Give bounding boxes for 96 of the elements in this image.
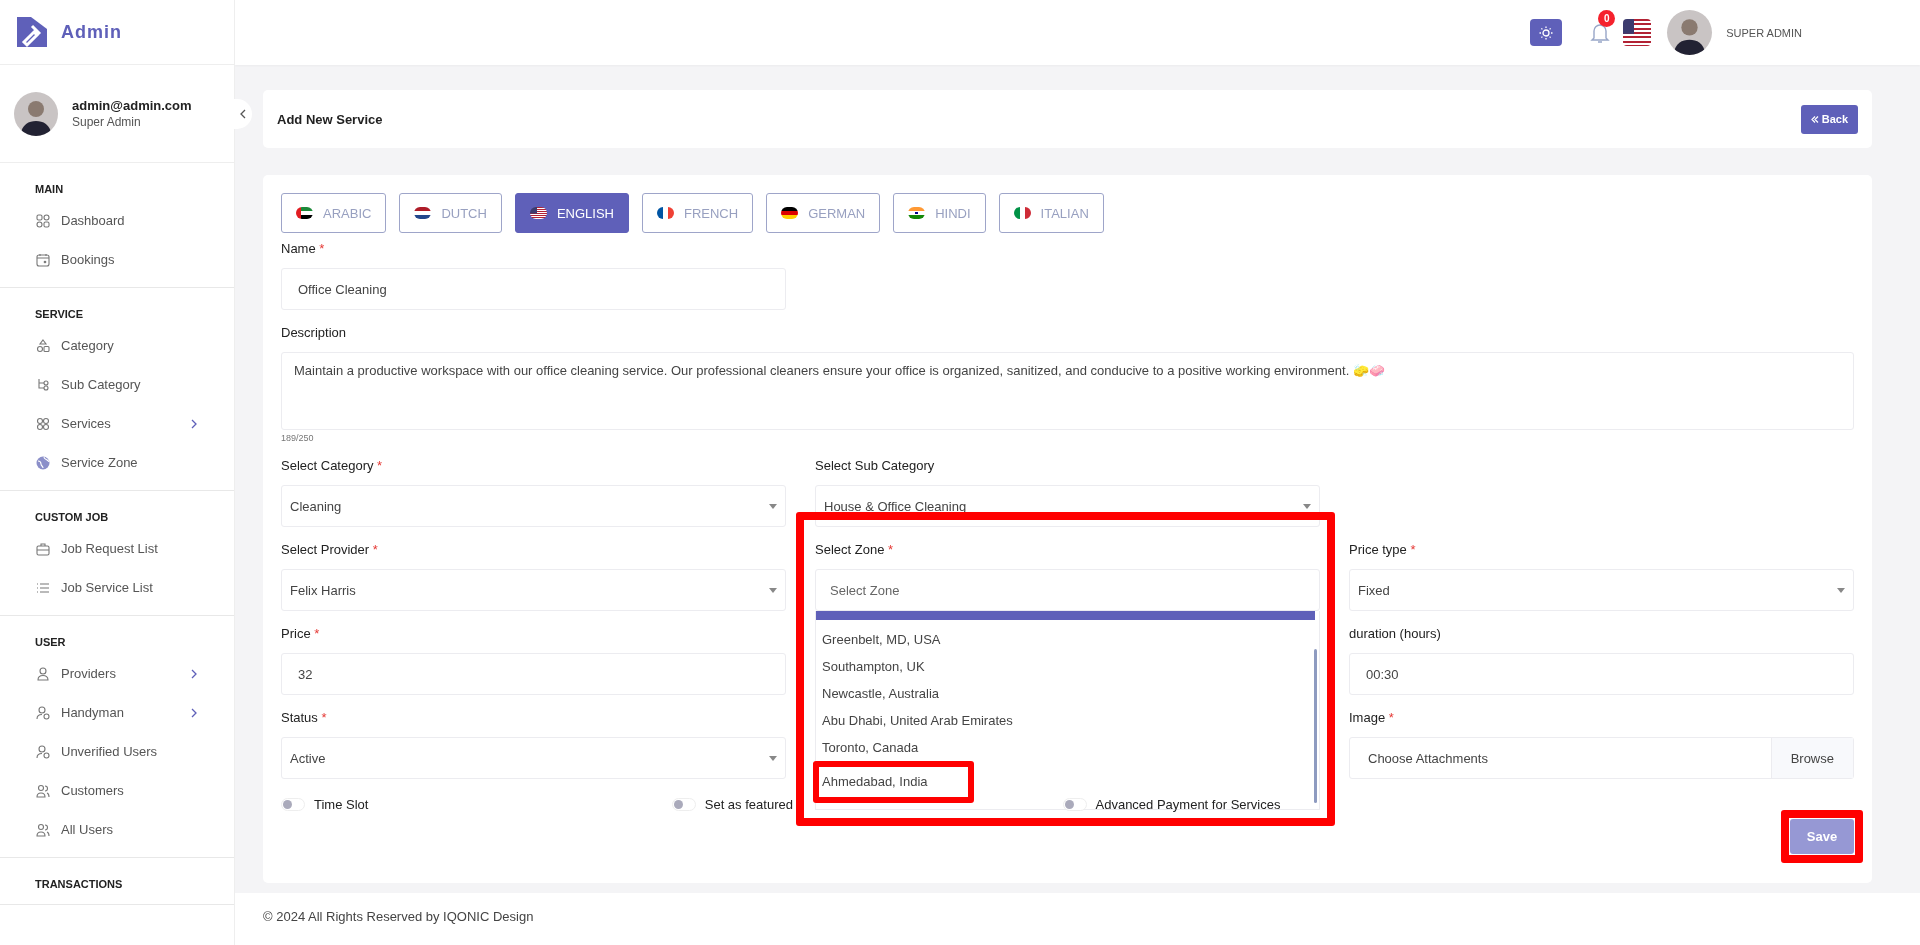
toggle-label: Set as featured bbox=[704, 797, 793, 812]
select-field[interactable]: Cleaning bbox=[281, 485, 786, 527]
profile-email: admin@admin.com bbox=[72, 98, 192, 113]
language-tab[interactable]: ENGLISH bbox=[514, 193, 629, 233]
file-field[interactable]: Choose Attachments Browse bbox=[1349, 737, 1854, 779]
dropdown-option[interactable]: Greenbelt, MD, USA bbox=[816, 626, 947, 653]
avatar[interactable] bbox=[1667, 10, 1713, 55]
caret-icon bbox=[769, 503, 777, 509]
sidebar-item[interactable]: Bookings bbox=[35, 240, 234, 279]
select-field[interactable]: Select Zone bbox=[815, 569, 1320, 611]
flag-icon bbox=[908, 207, 926, 219]
field-label: Select Provider * bbox=[281, 542, 379, 559]
field-label: Description bbox=[281, 325, 348, 342]
sidebar-item[interactable]: Handyman bbox=[35, 693, 234, 732]
field-label: Price * bbox=[281, 626, 321, 643]
flag-icon bbox=[529, 207, 547, 219]
dropdown-option[interactable]: Newcastle, Australia bbox=[816, 680, 946, 707]
logo-icon bbox=[15, 14, 49, 50]
field-label: Select Category * bbox=[281, 458, 384, 475]
toggle-label: Advanced Payment for Services bbox=[1095, 797, 1281, 812]
sidebar-item[interactable]: Services bbox=[35, 404, 234, 443]
section-title: MAIN bbox=[35, 182, 65, 197]
section-title: SERVICE bbox=[35, 307, 85, 322]
bell-icon[interactable] bbox=[1590, 21, 1611, 44]
dropdown-option[interactable]: Abu Dhabi, United Arab Emirates bbox=[816, 707, 1019, 734]
avatar bbox=[14, 91, 58, 136]
double-chevron-left-icon bbox=[1810, 115, 1819, 123]
sidebar-item[interactable]: Job Request List bbox=[35, 529, 234, 568]
user-gear-icon bbox=[35, 743, 51, 760]
copyright-text: © 2024 All Rights Reserved by IQONIC Design bbox=[263, 909, 534, 924]
caret-icon bbox=[1303, 503, 1311, 509]
toggle-switch[interactable] bbox=[281, 798, 305, 811]
field-label: Select Sub Category bbox=[815, 458, 936, 475]
users-icon bbox=[35, 821, 51, 838]
select-field[interactable]: Felix Harris bbox=[281, 569, 786, 611]
grid-icon bbox=[35, 415, 51, 432]
sidebar-item[interactable]: Category bbox=[35, 326, 234, 365]
notification-count: 0 bbox=[1598, 9, 1616, 27]
text-field[interactable]: 00:30 bbox=[1349, 653, 1854, 695]
browse-button[interactable]: Browse bbox=[1770, 738, 1853, 778]
flag-icon bbox=[296, 207, 313, 219]
field-label: Status * bbox=[281, 710, 328, 727]
briefcase-icon bbox=[35, 540, 51, 557]
user-gear-icon bbox=[35, 704, 51, 721]
chevron-left-icon bbox=[240, 109, 246, 119]
section-title: USER bbox=[35, 635, 67, 650]
dropdown-option[interactable]: Toronto, Canada bbox=[816, 734, 925, 761]
select-field[interactable]: Active bbox=[281, 737, 786, 779]
calendar-icon bbox=[35, 251, 51, 268]
globe-icon bbox=[35, 454, 51, 471]
sidebar-item[interactable]: All Users bbox=[35, 810, 234, 849]
scrollbar[interactable] bbox=[1314, 649, 1317, 803]
sidebar-item[interactable]: Dashboard bbox=[35, 201, 234, 240]
flag-icon bbox=[781, 207, 799, 219]
character-counter: 189/250 bbox=[281, 433, 315, 443]
caret-icon bbox=[769, 587, 777, 593]
toggle-switch[interactable] bbox=[671, 798, 696, 811]
shapes-icon bbox=[35, 337, 51, 354]
field-label: Name * bbox=[281, 241, 326, 258]
sidebar-item[interactable]: Service Zone bbox=[35, 443, 234, 482]
flag-icon bbox=[414, 207, 432, 219]
flag-icon bbox=[1013, 207, 1031, 219]
caret-icon bbox=[1837, 587, 1845, 593]
page-title: Add New Service bbox=[277, 111, 383, 127]
sidebar-item[interactable]: Customers bbox=[35, 771, 234, 810]
text-field[interactable]: Office Cleaning bbox=[281, 268, 786, 310]
toggle-switch[interactable] bbox=[1062, 798, 1087, 811]
grid-icon bbox=[35, 212, 51, 229]
sidebar-collapse-button[interactable] bbox=[234, 99, 252, 129]
dropdown-option[interactable]: Southampton, UK bbox=[816, 653, 931, 680]
us-flag-icon[interactable] bbox=[1623, 19, 1652, 46]
sidebar-item[interactable]: Providers bbox=[35, 654, 234, 693]
users-icon bbox=[35, 782, 51, 799]
user-name: SUPER ADMIN bbox=[1726, 26, 1802, 39]
section-title: TRANSACTIONS bbox=[35, 877, 124, 892]
sidebar-item[interactable]: Job Service List bbox=[35, 568, 234, 607]
sun-icon bbox=[1539, 25, 1554, 40]
field-label: Select Zone * bbox=[815, 542, 895, 559]
field-label: duration (hours) bbox=[1349, 626, 1442, 643]
theme-toggle-button[interactable] bbox=[1530, 19, 1563, 46]
text-field[interactable]: 32 bbox=[281, 653, 786, 695]
caret-icon bbox=[769, 755, 777, 761]
sidebar-item[interactable]: Sub Category bbox=[35, 365, 234, 404]
sidebar-item[interactable]: Unverified Users bbox=[35, 732, 234, 771]
user-icon bbox=[35, 665, 51, 682]
toggle-label: Time Slot bbox=[314, 797, 369, 812]
dropdown-option[interactable]: Ahmedabad, India bbox=[813, 761, 974, 803]
profile-role: Super Admin bbox=[72, 115, 142, 129]
description-field[interactable]: Maintain a productive workspace with our office cleaning service. Our professional cleaners ensure your office is organized, sanitized, and conducive to a positive working environment. 🧽🧼 bbox=[281, 352, 1854, 430]
select-field[interactable]: Fixed bbox=[1349, 569, 1854, 611]
field-label: Image * bbox=[1349, 710, 1395, 727]
brand-name: Admin bbox=[61, 21, 122, 43]
field-label: Price type * bbox=[1349, 542, 1417, 559]
flag-icon bbox=[657, 207, 674, 219]
back-button[interactable]: Back bbox=[1800, 104, 1858, 134]
section-title: CUSTOM JOB bbox=[35, 510, 110, 525]
